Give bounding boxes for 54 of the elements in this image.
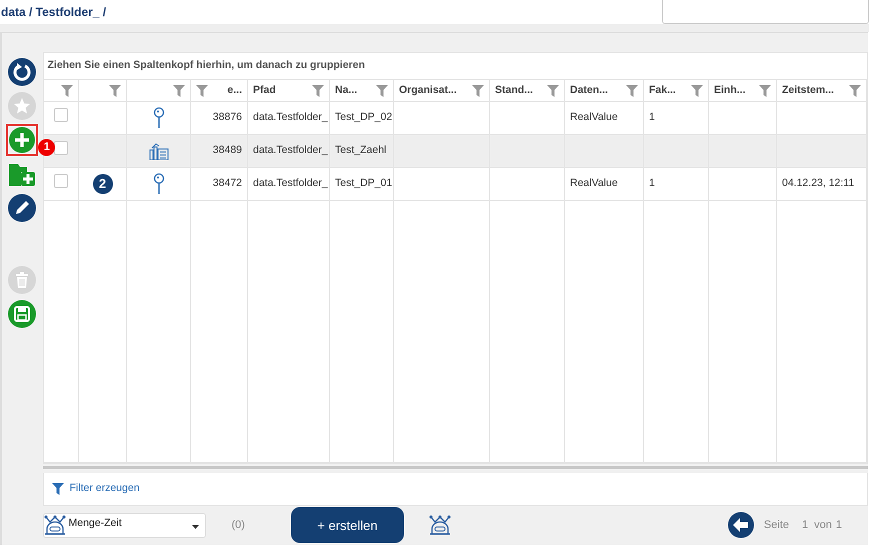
page-label: Seite	[764, 518, 789, 534]
add-folder-icon[interactable]	[9, 162, 36, 186]
step-badge: 1	[38, 139, 56, 156]
row-checkbox[interactable]	[54, 174, 68, 188]
filter-icon[interactable]	[376, 84, 388, 96]
page-label: von	[814, 518, 832, 534]
robot-icon[interactable]	[44, 514, 66, 536]
filter-icon[interactable]	[691, 84, 703, 96]
pin-icon	[152, 173, 164, 195]
table-cell: Test_Zaehl	[335, 144, 386, 156]
page-number: 1	[802, 518, 808, 534]
filter-icon[interactable]	[109, 84, 121, 96]
meter-icon	[148, 142, 168, 160]
refresh-icon[interactable]	[8, 58, 36, 86]
robot-icon[interactable]	[428, 514, 451, 536]
create-button[interactable]: + erstellen	[290, 507, 404, 544]
filter-icon[interactable]	[173, 84, 185, 96]
edit-icon[interactable]	[8, 194, 36, 222]
step-badge: 2	[92, 174, 112, 194]
table-cell: 38876	[212, 111, 242, 124]
filter-icon[interactable]	[759, 84, 771, 96]
filter-icon[interactable]	[312, 84, 324, 96]
table-cell: RealValue	[570, 177, 618, 190]
table-cell: Test_DP_02	[335, 111, 392, 124]
table-cell: data.Testfolder_	[253, 144, 328, 156]
count-label: (0)	[232, 518, 245, 534]
table-cell: 1	[649, 111, 655, 124]
table-cell: 38489	[212, 144, 242, 156]
filter-icon[interactable]	[547, 84, 559, 96]
filter-icon[interactable]	[52, 482, 64, 495]
filter-icon[interactable]	[196, 84, 208, 96]
filter-icon[interactable]	[472, 84, 484, 96]
row-checkbox[interactable]	[54, 141, 68, 156]
filter-icon[interactable]	[61, 84, 73, 96]
select-field[interactable]: Menge-Zeit	[42, 512, 206, 538]
caret-icon[interactable]	[192, 524, 198, 529]
filter-link[interactable]: Filter erzeugen	[70, 480, 140, 497]
table-cell: 04.12.23, 12:11	[782, 177, 854, 190]
column-header[interactable]: e...	[227, 82, 242, 98]
table-cell: 38472	[212, 177, 242, 190]
table-cell: Test_DP_01	[335, 177, 392, 190]
group-hint: Ziehen Sie einen Spaltenkopf hierhin, um danach zu gruppieren	[46, 58, 366, 73]
table-cell: RealValue	[570, 111, 618, 124]
scrollbar[interactable]	[42, 466, 868, 469]
save-icon[interactable]	[8, 300, 36, 328]
table-cell: data.Testfolder_	[253, 177, 328, 190]
pin-icon	[152, 107, 164, 129]
filter-icon[interactable]	[626, 84, 638, 96]
filter-icon[interactable]	[849, 84, 861, 96]
table-cell: 1	[649, 177, 655, 190]
page-total: 1	[836, 518, 842, 534]
table-cell: data.Testfolder_	[253, 111, 328, 124]
row-checkbox[interactable]	[54, 108, 68, 122]
breadcrumb: data / Testfolder_ /	[0, 4, 106, 21]
